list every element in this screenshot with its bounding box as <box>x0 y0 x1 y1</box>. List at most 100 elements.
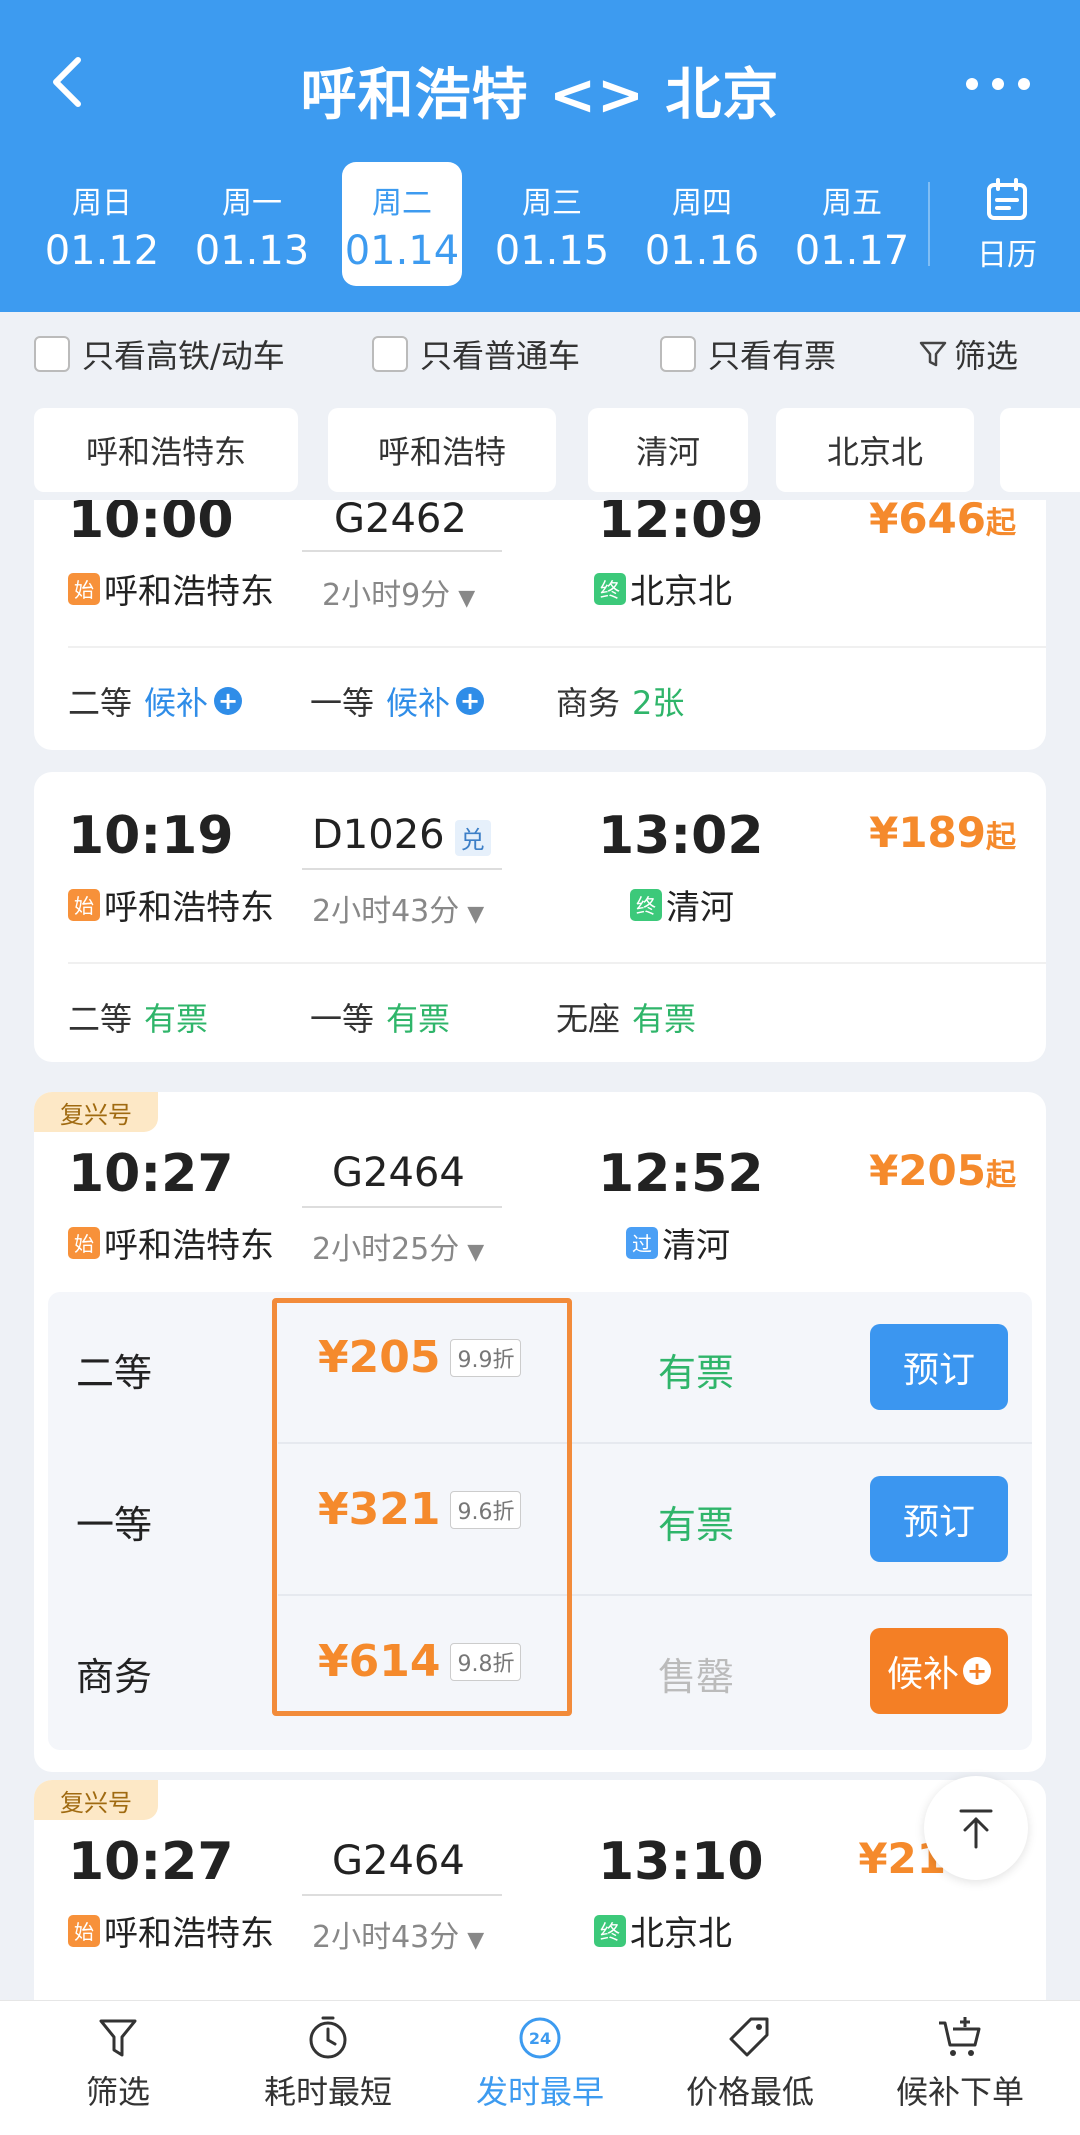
price-from: ¥205起 <box>869 1146 1016 1195</box>
to-station: 终北京北 <box>594 1906 732 1955</box>
seat-status: 有票 <box>386 1000 451 1038</box>
seat-class[interactable]: 二等 有票 <box>68 994 208 1040</box>
passing-tag: 过 <box>626 1226 658 1259</box>
from-station: 始呼和浩特东 <box>68 564 274 613</box>
more-button[interactable] <box>960 58 1040 108</box>
station-chip[interactable]: 呼和浩特 <box>328 408 556 492</box>
fuxing-badge: 复兴号 <box>34 1092 158 1132</box>
date-tab-selected[interactable]: 周二 01.14 <box>342 162 462 286</box>
duration-text: 2小时43分 <box>312 1920 460 1955</box>
checkbox-label: 只看有票 <box>708 337 837 375</box>
seat-class[interactable]: 一等 候补 + <box>310 678 485 724</box>
duration-text: 2小时25分 <box>312 1232 460 1267</box>
book-button-label: 预订 <box>902 1350 975 1391</box>
date-label: 01.16 <box>644 228 760 274</box>
price-value: ¥646 <box>869 500 986 543</box>
timer-icon <box>309 2016 347 2059</box>
checkbox-label: 只看高铁/动车 <box>82 337 285 375</box>
train-number: D1026 兑 <box>312 812 552 858</box>
filter-icon <box>919 341 947 367</box>
price-suffix: 起 <box>986 820 1016 855</box>
only-regular-checkbox[interactable]: 只看普通车 <box>372 332 580 376</box>
duration[interactable]: 2小时25分 ▼ <box>312 1224 484 1268</box>
seat-status: 有票 <box>632 1000 697 1038</box>
origin-tag: 始 <box>68 888 100 921</box>
cart-plus-icon <box>939 2017 981 2056</box>
date-tab[interactable]: 周五 01.17 <box>792 162 912 286</box>
train-card[interactable]: 复兴号 10:27 G2464 13:10 ¥21 始呼和浩特东 2小时43分 ▼… <box>34 1780 1046 2000</box>
duration[interactable]: 2小时43分 ▼ <box>312 1912 484 1956</box>
bottom-nav: 筛选 耗时最短 24 发时最早 价格最低 候补下单 <box>0 2000 1080 2135</box>
weekday-label: 周二 <box>372 186 432 221</box>
arrival-time: 12:52 <box>598 1144 764 1204</box>
waitlist-button[interactable]: 候补 + <box>870 1628 1008 1714</box>
calendar-button[interactable]: 日历 <box>962 176 1052 286</box>
date-tab[interactable]: 周日 01.12 <box>42 162 162 286</box>
seat-name: 一等 <box>76 1503 153 1547</box>
date-tab[interactable]: 周一 01.13 <box>192 162 312 286</box>
nav-lowest-price[interactable]: 价格最低 <box>650 2013 850 2113</box>
caret-down-icon: ▼ <box>467 1928 485 1953</box>
terminal-tag: 终 <box>594 1914 626 1947</box>
train-card-expanded[interactable]: 复兴号 10:27 G2464 12:52 ¥205起 始呼和浩特东 2小时25… <box>34 1092 1046 1772</box>
seat-class[interactable]: 商务 2张 <box>556 678 684 724</box>
date-label: 01.14 <box>344 228 460 274</box>
arrow-up-to-top-icon <box>959 1809 993 1849</box>
from-station: 始呼和浩特东 <box>68 1218 274 1267</box>
from-station-name: 呼和浩特东 <box>104 572 274 612</box>
route-title: 呼和浩特 <> 北京 <box>300 63 780 128</box>
terminal-tag: 终 <box>594 572 626 605</box>
seat-class[interactable]: 一等 有票 <box>310 994 450 1040</box>
seat-name: 商务 <box>76 1655 153 1699</box>
seat-name: 无座 <box>556 1000 621 1038</box>
seat-name: 二等 <box>68 1000 133 1038</box>
title-bar: 呼和浩特 <> 北京 <box>0 40 1080 130</box>
checkbox-label: 只看普通车 <box>420 337 581 375</box>
divider <box>302 1894 502 1896</box>
to-station-name: 清河 <box>662 1226 730 1266</box>
train-card[interactable]: 10:19 D1026 兑 13:02 ¥189起 始呼和浩特东 2小时43分 ▼ … <box>34 772 1046 1062</box>
station-chip[interactable]: 呼和浩特东 <box>34 408 298 492</box>
plus-icon: + <box>214 687 243 715</box>
date-label: 01.12 <box>44 228 160 274</box>
divider <box>302 1206 502 1208</box>
price-tag-icon <box>729 2017 769 2057</box>
duration[interactable]: 2小时43分 ▼ <box>312 886 484 930</box>
station-chip[interactable]: 北京北 <box>776 408 974 492</box>
fuxing-badge: 复兴号 <box>34 1780 158 1820</box>
train-card[interactable]: 10:00 G2462 12:09 ¥646起 始呼和浩特东 2小时9分 ▼ 终北… <box>34 500 1046 750</box>
calendar-label: 日历 <box>977 238 1037 273</box>
nav-waitlist-order[interactable]: 候补下单 <box>860 2013 1060 2113</box>
seat-name: 一等 <box>310 684 375 722</box>
caret-down-icon: ▼ <box>458 586 476 611</box>
date-label: 01.17 <box>794 228 910 274</box>
departure-time: 10:27 <box>68 1832 234 1892</box>
nav-filter[interactable]: 筛选 <box>18 2013 218 2113</box>
station-chip[interactable]: 清河 <box>588 408 748 492</box>
book-button[interactable]: 预订 <box>870 1324 1008 1410</box>
departure-time: 10:00 <box>68 500 234 550</box>
seat-class[interactable]: 无座 有票 <box>556 994 696 1040</box>
nav-earliest-departure[interactable]: 24 发时最早 <box>440 2013 640 2113</box>
seat-status: 有票 <box>658 1503 735 1547</box>
filter-button[interactable]: 筛选 <box>918 332 1018 376</box>
station-chips: 呼和浩特东 呼和浩特 清河 北京北 <box>0 408 1080 492</box>
origin-tag: 始 <box>68 572 100 605</box>
book-button[interactable]: 预订 <box>870 1476 1008 1562</box>
date-tab[interactable]: 周三 01.15 <box>492 162 612 286</box>
weekday-label: 周日 <box>72 186 132 221</box>
divider <box>302 550 502 552</box>
station-chip[interactable] <box>1000 408 1080 492</box>
date-tab[interactable]: 周四 01.16 <box>642 162 762 286</box>
to-station-name: 北京北 <box>630 1914 732 1954</box>
nav-shortest-time[interactable]: 耗时最短 <box>228 2013 428 2113</box>
scroll-to-top-button[interactable] <box>924 1776 1028 1880</box>
duration[interactable]: 2小时9分 ▼ <box>322 570 475 614</box>
nav-label: 价格最低 <box>685 2073 814 2111</box>
more-dot-icon <box>992 78 1004 90</box>
seat-class[interactable]: 二等 候补 + <box>68 678 243 724</box>
only-highspeed-checkbox[interactable]: 只看高铁/动车 <box>34 332 285 376</box>
only-available-checkbox[interactable]: 只看有票 <box>660 332 836 376</box>
caret-down-icon: ▼ <box>467 902 485 927</box>
departure-time: 10:27 <box>68 1144 234 1204</box>
